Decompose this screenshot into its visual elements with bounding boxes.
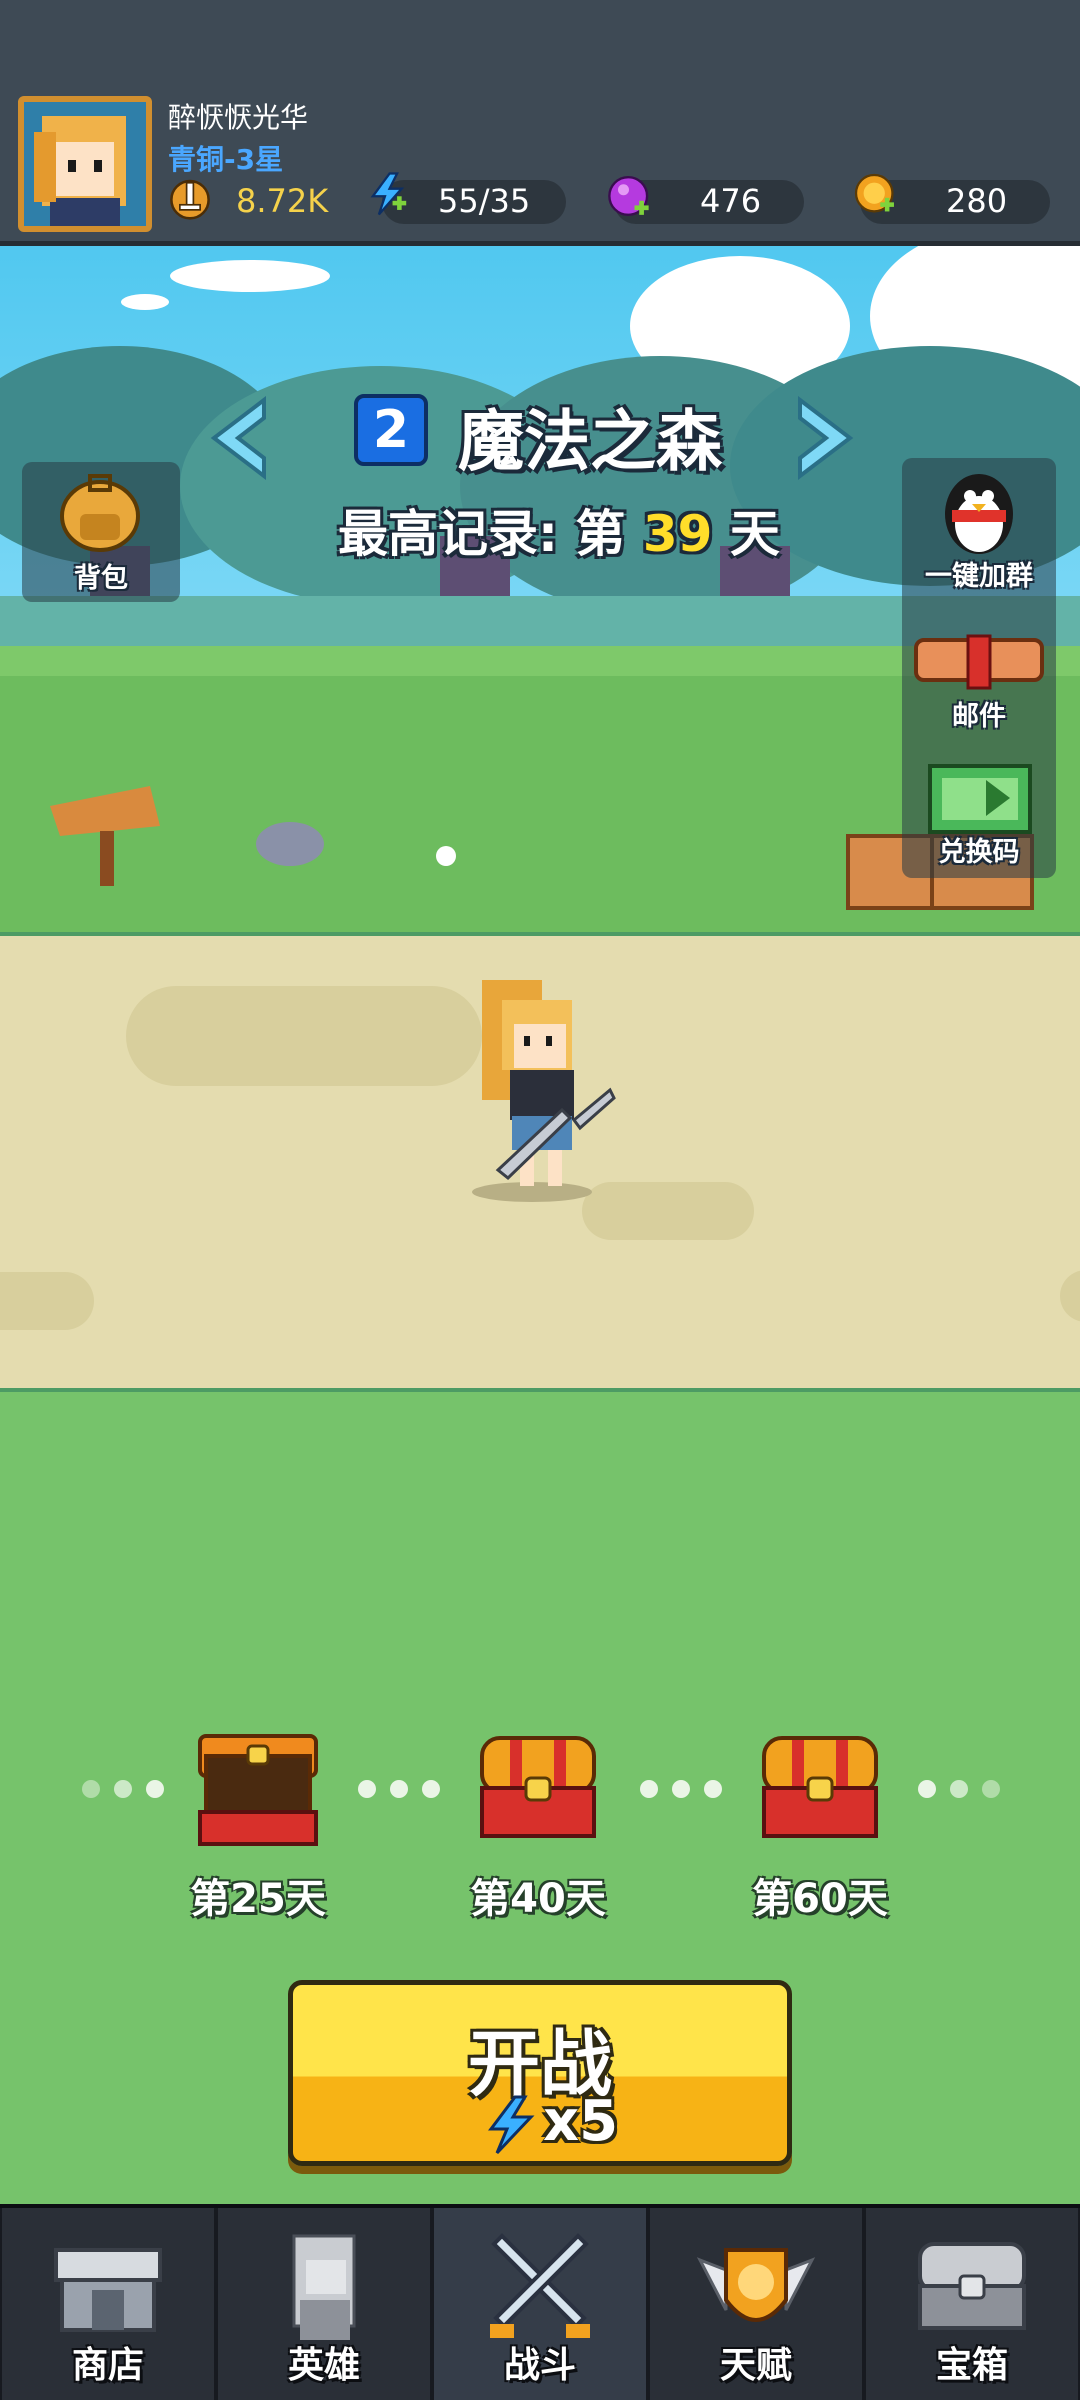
start-battle-button[interactable]: 开战 x5: [288, 1980, 792, 2166]
power-value: 8.72K: [236, 182, 329, 220]
progress-dot: [146, 1780, 164, 1798]
best-record-day: 39: [642, 505, 713, 563]
prev-stage-arrow-icon[interactable]: [206, 396, 268, 480]
join-group-button[interactable]: 一键加群: [902, 462, 1056, 592]
redeem-ticket-icon: [928, 764, 1032, 834]
energy-bolt-icon[interactable]: [360, 172, 416, 216]
milestone-chest-closed-icon[interactable]: [758, 1730, 882, 1848]
chest-icon: [918, 2242, 1026, 2330]
energy-cost: x5: [543, 2089, 619, 2154]
progress-dot: [982, 1780, 1000, 1798]
milestone-label: 第40天: [470, 1876, 606, 1922]
progress-dot: [114, 1780, 132, 1798]
mail-scroll-icon: [914, 634, 1044, 690]
hero-portrait-icon: [24, 102, 146, 226]
join-group-label: 一键加群: [925, 561, 1033, 592]
backpack-label: 背包: [74, 563, 128, 594]
progress-dot: [950, 1780, 968, 1798]
best-record-suffix: 天: [729, 505, 780, 563]
energy-bolt-icon: [488, 2095, 535, 2155]
milestone-chest-open-icon[interactable]: [196, 1730, 320, 1848]
redeem-code-button[interactable]: 兑换码: [902, 758, 1056, 868]
coin-icon[interactable]: [846, 172, 904, 216]
start-battle-label: 开战: [467, 2022, 612, 2106]
talent-icon: [696, 2248, 816, 2322]
best-record: 最高记录: 第 39 天: [338, 494, 780, 566]
energy-value: 55/35: [438, 182, 531, 220]
top-status-bar: 醉恹恹光华 青铜-3星 8.72K 55/35 476 280: [0, 0, 1080, 246]
tab-hero[interactable]: 英雄: [218, 2208, 430, 2400]
mail-button[interactable]: 邮件: [902, 622, 1056, 732]
milestone-label: 第60天: [752, 1876, 888, 1922]
power-icon: [170, 179, 210, 220]
tab-talent-label: 天赋: [719, 2345, 792, 2386]
next-stage-arrow-icon[interactable]: [796, 396, 858, 480]
qq-penguin-icon: [945, 474, 1013, 554]
tab-chest-label: 宝箱: [935, 2345, 1008, 2386]
player-avatar[interactable]: [18, 96, 152, 232]
progress-dot: [422, 1780, 440, 1798]
progress-dot: [640, 1780, 658, 1798]
coin-value: 280: [946, 182, 1008, 220]
gem-icon[interactable]: [600, 174, 658, 218]
backpack-icon: [60, 474, 140, 552]
shop-icon: [54, 2248, 162, 2332]
redeem-code-label: 兑换码: [938, 837, 1020, 868]
progress-dot: [82, 1780, 100, 1798]
progress-dot: [672, 1780, 690, 1798]
tab-shop-label: 商店: [71, 2345, 144, 2386]
best-record-prefix: 最高记录: 第: [338, 505, 626, 563]
gem-value: 476: [700, 182, 762, 220]
stage-number-badge: 2: [354, 394, 428, 466]
tab-shop[interactable]: 商店: [2, 2208, 214, 2400]
progress-dot: [918, 1780, 936, 1798]
progress-dot: [704, 1780, 722, 1798]
milestone-label: 第25天: [190, 1876, 326, 1922]
player-rank: 青铜-3星: [168, 143, 284, 176]
progress-dot: [390, 1780, 408, 1798]
mail-label: 邮件: [952, 701, 1006, 732]
milestone-chest-closed-icon[interactable]: [476, 1730, 600, 1848]
tab-battle[interactable]: 战斗: [434, 2208, 646, 2400]
tab-battle-label: 战斗: [503, 2345, 576, 2386]
backpack-button[interactable]: 背包: [22, 462, 180, 602]
progress-dot: [358, 1780, 376, 1798]
hero-icon: [292, 2234, 356, 2340]
battle-icon: [490, 2233, 590, 2338]
player-name: 醉恹恹光华: [168, 101, 309, 134]
stage-name: 魔法之森: [458, 403, 722, 480]
tab-talent[interactable]: 天赋: [650, 2208, 862, 2400]
hero-character-sprite: [472, 980, 616, 1202]
tab-hero-label: 英雄: [287, 2345, 360, 2386]
tab-chest[interactable]: 宝箱: [866, 2208, 1078, 2400]
